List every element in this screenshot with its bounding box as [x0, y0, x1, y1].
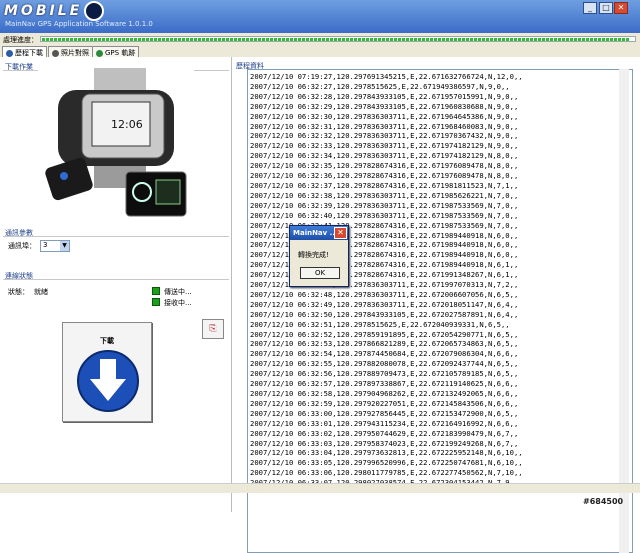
- log-line: 2007/12/10 06:32:50,120.297843933105,E,2…: [250, 309, 519, 319]
- log-line: 2007/12/10 06:33:03,120.297958374023,E,2…: [250, 438, 519, 448]
- log-textarea[interactable]: 2007/12/10 07:19:27,120.297691345215,E,2…: [247, 69, 633, 553]
- progress-label: 處理進度：: [3, 36, 38, 44]
- tab-download[interactable]: 歷程下載: [2, 46, 47, 57]
- download-label: 下載: [100, 337, 114, 345]
- log-line: 2007/12/10 06:32:52,120.297859191895,E,2…: [250, 329, 519, 339]
- port-value: 3: [43, 241, 48, 249]
- log-line: 2007/12/10 06:33:02,120.297950744629,E,2…: [250, 428, 519, 438]
- dialog-close-icon[interactable]: ✕: [334, 227, 347, 239]
- divider: [3, 236, 229, 237]
- log-line: 2007/12/10 06:33:00,120.297927856445,E,2…: [250, 408, 519, 418]
- send-label: 傳送中...: [164, 288, 192, 296]
- log-line: 2007/12/10 07:19:27,120.297691345215,E,2…: [250, 72, 523, 81]
- tab-gps-label: GPS 軌跡: [105, 49, 136, 57]
- log-line: 2007/12/10 06:32:39,120.297836303711,E,2…: [250, 200, 519, 210]
- log-line: 2007/12/10 06:32:34,120.297836303711,E,2…: [250, 151, 519, 161]
- log-line: 2007/12/10 06:32:37,120.297828674316,E,2…: [250, 180, 519, 190]
- title-bar: MOBILE MainNav GPS Application Software …: [0, 0, 640, 33]
- log-line: 2007/12/10 06:32:53,120.297866821289,E,2…: [250, 339, 519, 349]
- log-line: 2007/12/10 06:32:38,120.297836303711,E,2…: [250, 190, 519, 200]
- dialog-message: 轉換完成!: [298, 251, 329, 259]
- tab-photo[interactable]: 照片對照: [48, 46, 93, 57]
- tab-gps[interactable]: GPS 軌跡: [92, 46, 140, 57]
- log-line: 2007/12/10 06:32:32,120.297836303711,E,2…: [250, 131, 519, 141]
- log-line: 2007/12/10 06:32:54,120.297874450684,E,2…: [250, 349, 519, 359]
- app-logo: MOBILE: [4, 1, 105, 21]
- close-button[interactable]: ✕: [614, 2, 628, 14]
- port-label: 通訊埠：: [8, 242, 36, 250]
- log-line: 2007/12/10 06:32:40,120.297836303711,E,2…: [250, 210, 519, 220]
- logo-text: MOBILE: [4, 3, 83, 19]
- log-line: 2007/12/10 06:33:01,120.297943115234,E,2…: [250, 418, 519, 428]
- document-icon: ⎘: [209, 324, 217, 334]
- log-line: 2007/12/10 06:32:33,120.297836303711,E,2…: [250, 141, 519, 151]
- tab-photo-label: 照片對照: [61, 49, 89, 57]
- maximize-button[interactable]: □: [599, 2, 613, 14]
- gps-device-image: 12:06: [38, 68, 194, 220]
- progress-bar: [40, 36, 636, 42]
- log-line: 2007/12/10 06:32:28,120.297843933105,E,2…: [250, 91, 519, 101]
- status-label: 狀態：: [8, 288, 29, 296]
- log-line: 2007/12/10 06:32:55,120.297882080078,E,2…: [250, 359, 519, 369]
- chevron-down-icon: ▼: [60, 241, 69, 251]
- log-line: 2007/12/10 06:32:57,120.297897338867,E,2…: [250, 379, 519, 389]
- progress-fill: [42, 38, 631, 41]
- down-arrow-icon: [77, 350, 139, 412]
- globe-tab-icon: [96, 49, 103, 57]
- minimize-button[interactable]: _: [583, 2, 597, 14]
- log-line: 2007/12/10 06:32:56,120.297889709473,E,2…: [250, 369, 519, 379]
- log-line: 2007/12/10 06:32:36,120.297828674316,E,2…: [250, 171, 519, 181]
- image-id: #684500: [583, 497, 624, 506]
- photo-tab-icon: [52, 49, 59, 57]
- logo-globe-icon: [84, 1, 105, 21]
- tab-download-label: 歷程下載: [15, 49, 43, 57]
- log-line: 2007/12/10 06:32:48,120.297836303711,E,2…: [250, 289, 519, 299]
- log-line: 2007/12/10 06:32:27,120.2978515625,E,22.…: [250, 81, 510, 91]
- tab-bar: 歷程下載 照片對照 GPS 軌跡: [0, 45, 640, 57]
- export-button[interactable]: ⎘: [202, 319, 224, 339]
- download-button[interactable]: 下載: [62, 322, 152, 422]
- progress-row: 處理進度：: [0, 33, 640, 45]
- log-line: 2007/12/10 06:32:51,120.2978515625,E,22.…: [250, 319, 510, 329]
- receive-label: 接收中...: [164, 299, 192, 307]
- log-line: 2007/12/10 06:33:05,120.297996520996,E,2…: [250, 458, 523, 468]
- log-line: 2007/12/10 06:32:35,120.297828674316,E,2…: [250, 161, 519, 171]
- download-tab-icon: [6, 49, 13, 57]
- app-title: MainNav GPS Application Software 1.0.1.0: [5, 20, 153, 28]
- horizontal-scrollbar[interactable]: [0, 483, 640, 493]
- log-line: 2007/12/10 06:32:29,120.297843933105,E,2…: [250, 101, 519, 111]
- log-line: 2007/12/10 06:32:59,120.297920227051,E,2…: [250, 398, 519, 408]
- svg-text:12:06: 12:06: [111, 118, 143, 131]
- log-line: 2007/12/10 06:33:06,120.298011779785,E,2…: [250, 468, 523, 478]
- send-led-icon: [152, 287, 160, 295]
- log-line: 2007/12/10 06:33:04,120.297973632813,E,2…: [250, 448, 523, 458]
- port-select[interactable]: 3 ▼: [40, 240, 70, 252]
- log-line: 2007/12/10 06:32:30,120.297836303711,E,2…: [250, 111, 519, 121]
- receive-led-icon: [152, 298, 160, 306]
- status-value: 就緒: [34, 288, 48, 296]
- log-line: 2007/12/10 06:32:31,120.297836303711,E,2…: [250, 121, 519, 131]
- log-line: 2007/12/10 06:32:58,120.297904968262,E,2…: [250, 389, 519, 398]
- dialog-ok-button[interactable]: OK: [300, 267, 340, 279]
- log-line: 2007/12/10 06:32:49,120.297836303711,E,2…: [250, 299, 519, 309]
- vertical-scrollbar[interactable]: [619, 69, 629, 553]
- message-dialog: MainNav ... ✕ 轉換完成! OK: [289, 225, 349, 287]
- divider: [3, 279, 229, 280]
